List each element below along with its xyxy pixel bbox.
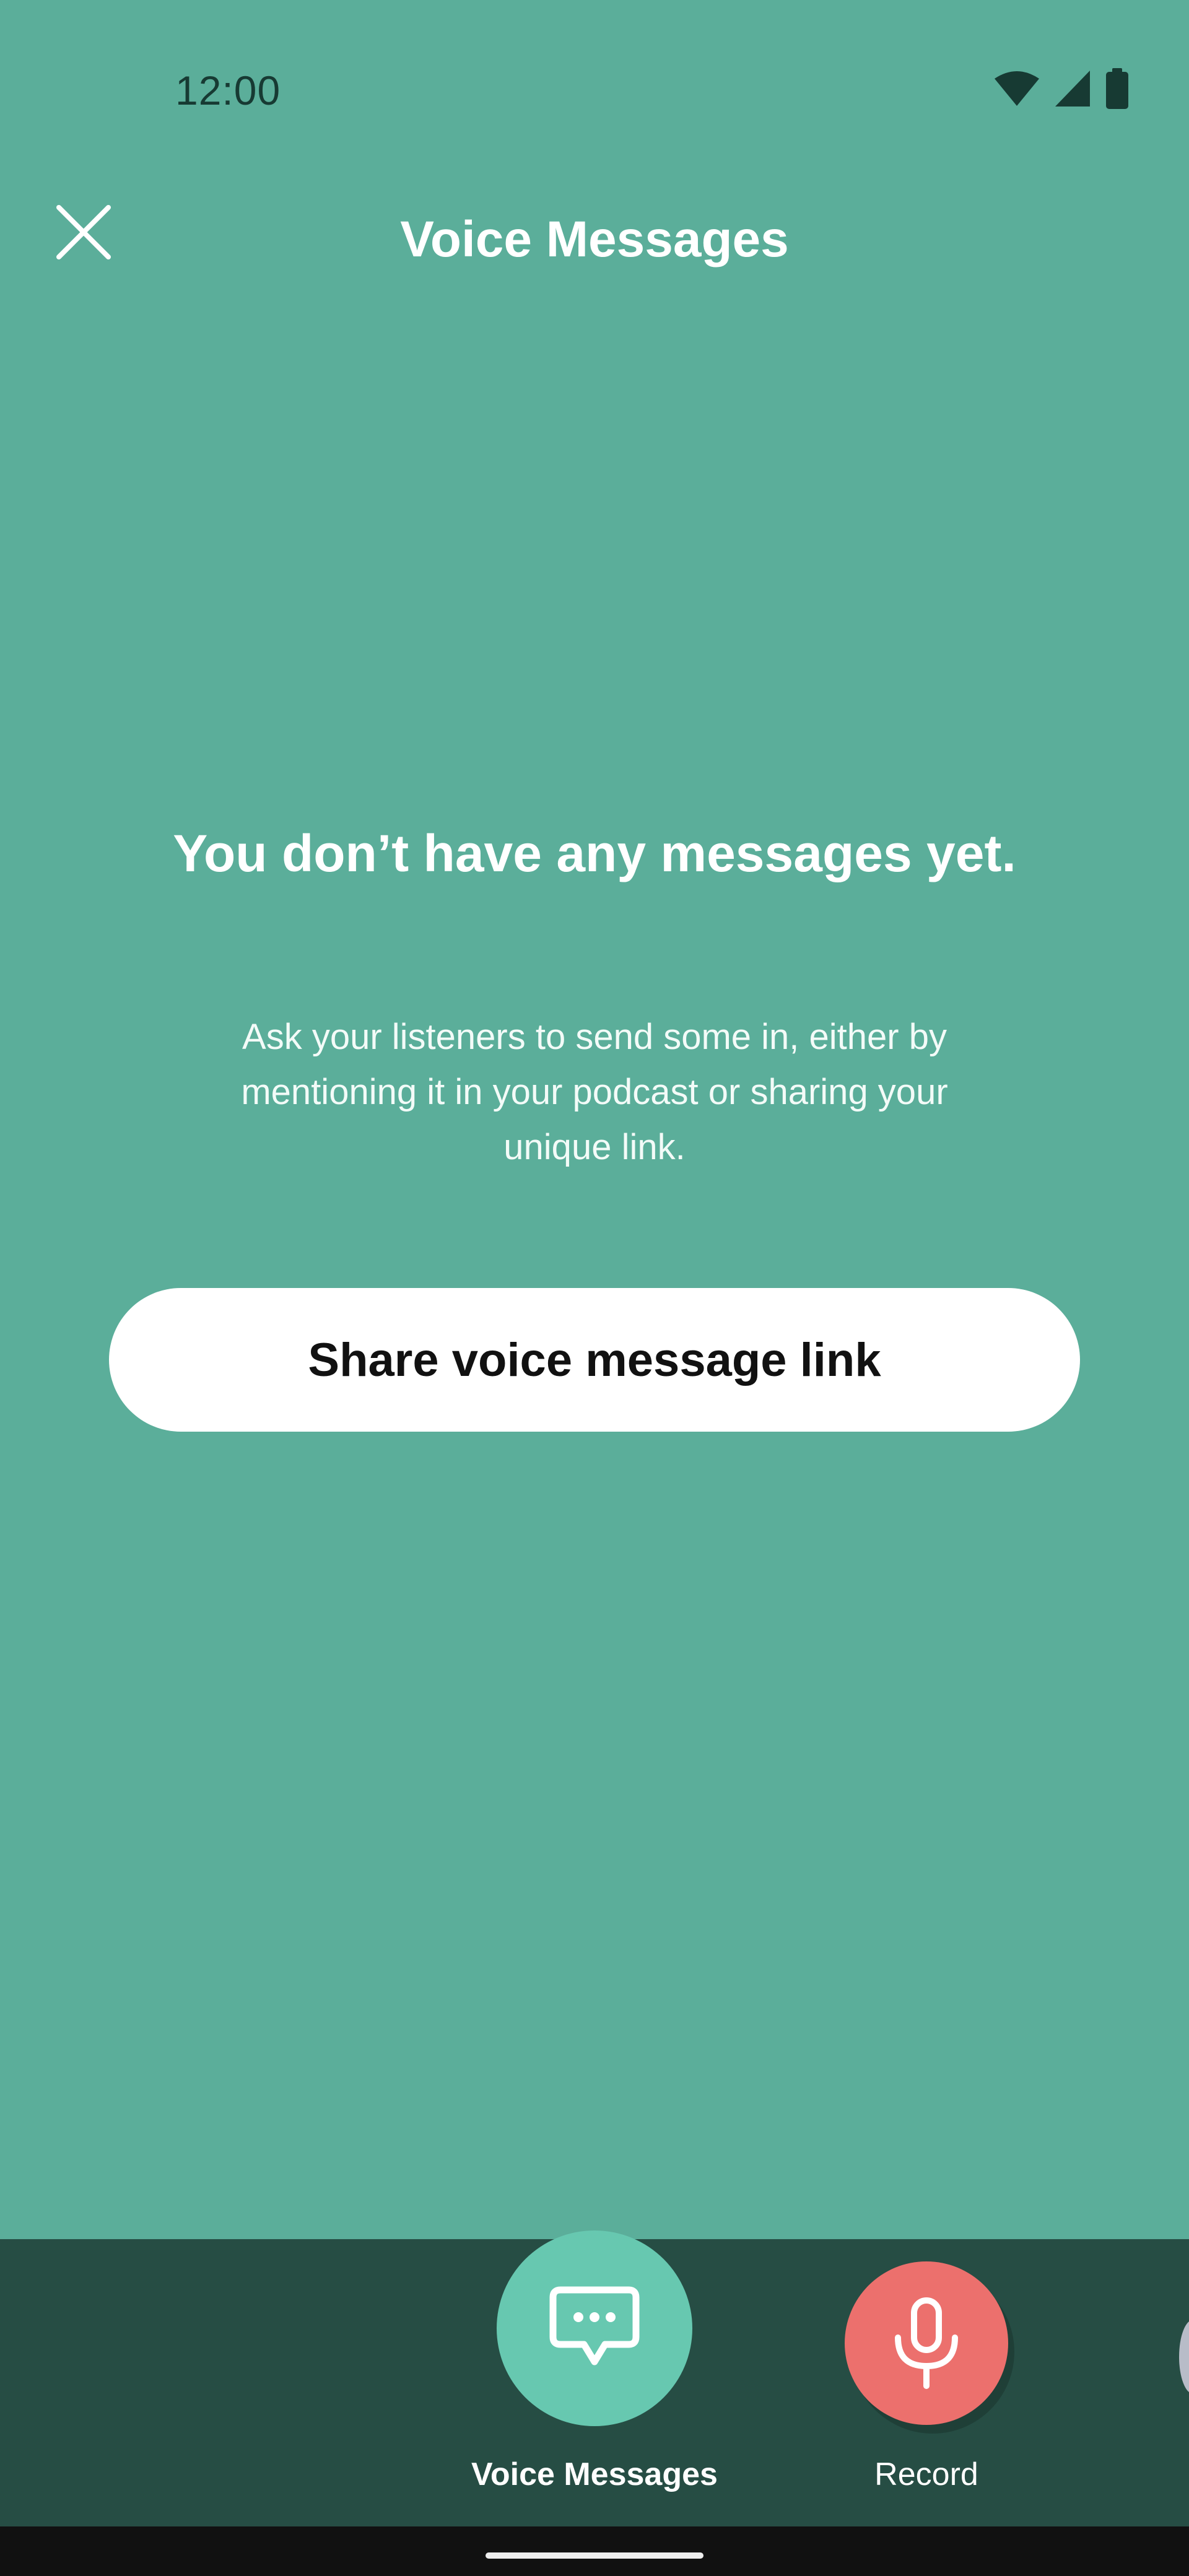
edge-avatar-peek [1179,2320,1189,2394]
status-bar: 12:00 [0,0,1189,186]
nav-record[interactable]: Record [803,2239,1050,2492]
empty-state-heading: You don’t have any messages yet. [173,824,1016,882]
share-voice-message-link-button[interactable]: Share voice message link [109,1288,1080,1432]
empty-state-description: Ask your listeners to send some in, eith… [241,1017,948,1167]
status-time: 12:00 [175,67,281,113]
nav-label-voice-messages: Voice Messages [471,2456,718,2492]
nav-label-record: Record [874,2456,978,2492]
nav-voice-messages[interactable]: Voice Messages [471,2230,718,2492]
voice-messages-button[interactable] [497,2230,692,2426]
wifi-icon [995,71,1039,106]
chat-bubble-icon [549,2286,640,2365]
gesture-nav-area [0,2526,1189,2576]
gesture-handle[interactable] [486,2552,703,2559]
page-title: Voice Messages [400,211,789,268]
cellular-signal-icon [1055,71,1090,107]
bottom-nav-bar: Voice Messages Record [0,2230,1189,2526]
battery-icon [1106,68,1128,109]
status-icons [993,67,1130,110]
record-button[interactable] [845,2261,1008,2425]
microphone-icon [895,2297,958,2389]
